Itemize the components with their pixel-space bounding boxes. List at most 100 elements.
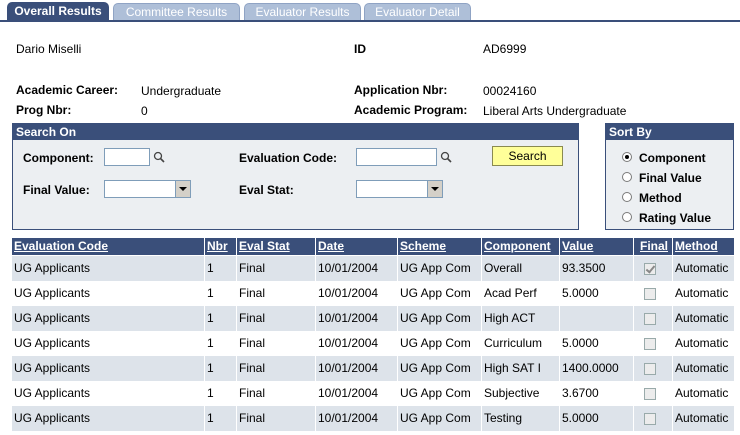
sort-final-value-radio[interactable] (622, 172, 632, 182)
academic-program-label: Academic Program: (354, 103, 468, 117)
col-date[interactable]: Date (316, 238, 397, 255)
cell-stat: Final (239, 336, 266, 350)
search-button[interactable]: Search (492, 146, 563, 166)
final-value-label: Final Value: (23, 183, 90, 197)
column-divider (672, 238, 673, 435)
component-input[interactable] (104, 148, 150, 166)
final-checkbox[interactable] (644, 288, 656, 300)
evaluation-code-label: Evaluation Code: (239, 151, 338, 165)
cell-date: 10/01/2004 (318, 411, 379, 425)
eval-stat-label: Eval Stat: (239, 183, 294, 197)
col-method[interactable]: Method (673, 238, 734, 255)
sort-by-title: Sort By (606, 124, 733, 140)
cell-scheme: UG App Com (400, 311, 471, 325)
cell-stat: Final (239, 261, 266, 275)
final-value-select[interactable] (104, 180, 191, 198)
id-label: ID (354, 42, 366, 56)
cell-code: UG Applicants (14, 411, 91, 425)
student-name: Dario Miselli (16, 42, 82, 56)
tab-evaluator-results[interactable]: Evaluator Results (244, 3, 361, 20)
cell-component: Testing (484, 411, 523, 425)
sort-rating-value-label: Rating Value (639, 211, 712, 225)
tab-underline (0, 20, 740, 22)
evaluation-code-input[interactable] (356, 148, 437, 166)
col-nbr[interactable]: Nbr (205, 238, 236, 255)
cell-scheme: UG App Com (400, 411, 471, 425)
cell-code: UG Applicants (14, 361, 91, 375)
cell-date: 10/01/2004 (318, 336, 379, 350)
col-value[interactable]: Value (560, 238, 633, 255)
application-nbr-value: 00024160 (483, 84, 537, 98)
cell-scheme: UG App Com (400, 361, 471, 375)
final-checkbox[interactable] (644, 338, 656, 350)
col-final[interactable]: Final (634, 238, 672, 255)
cell-component: Overall (484, 261, 523, 275)
cell-stat: Final (239, 286, 266, 300)
search-on-title: Search On (13, 124, 578, 140)
final-checkbox[interactable] (644, 413, 656, 425)
column-divider (236, 238, 237, 435)
table-row: UG Applicants 1 Final 10/01/2004 UG App Com H… (12, 306, 734, 331)
table-row: UG Applicants 1 Final 10/01/2004 UG App Com O… (12, 256, 734, 281)
cell-stat: Final (239, 411, 266, 425)
final-checkbox[interactable] (644, 388, 656, 400)
component-lookup-icon[interactable] (153, 151, 165, 163)
cell-method: Automatic (675, 311, 729, 325)
table-row: UG Applicants 1 Final 10/01/2004 UG App Com T… (12, 406, 734, 431)
prog-nbr-value: 0 (141, 104, 148, 118)
cell-value: 3.6700 (562, 386, 599, 400)
table-row: UG Applicants 1 Final 10/01/2004 UG App Com A… (12, 281, 734, 306)
eval-stat-select[interactable] (356, 180, 443, 198)
cell-scheme: UG App Com (400, 261, 471, 275)
final-checkbox[interactable] (644, 263, 656, 275)
final-checkbox[interactable] (644, 363, 656, 375)
cell-code: UG Applicants (14, 336, 91, 350)
search-on-panel: Search On Component: Evaluation Code: Se… (12, 123, 579, 230)
col-eval-stat[interactable]: Eval Stat (237, 238, 315, 255)
cell-stat: Final (239, 386, 266, 400)
column-divider (633, 238, 634, 435)
column-divider (315, 238, 316, 435)
cell-date: 10/01/2004 (318, 386, 379, 400)
column-divider (397, 238, 398, 435)
tab-evaluator-detail[interactable]: Evaluator Detail (364, 3, 471, 20)
sort-rating-value-radio[interactable] (622, 212, 632, 222)
table-row: UG Applicants 1 Final 10/01/2004 UG App Com C… (12, 331, 734, 356)
cell-component: High SAT I (484, 361, 541, 375)
sort-method-radio[interactable] (622, 192, 632, 202)
cell-method: Automatic (675, 336, 729, 350)
cell-date: 10/01/2004 (318, 361, 379, 375)
tab-committee-results[interactable]: Committee Results (113, 3, 240, 20)
col-scheme[interactable]: Scheme (398, 238, 481, 255)
chevron-down-icon[interactable] (175, 181, 190, 197)
academic-program-value: Liberal Arts Undergraduate (483, 104, 627, 118)
cell-value: 5.0000 (562, 336, 599, 350)
cell-value: 5.0000 (562, 411, 599, 425)
cell-code: UG Applicants (14, 386, 91, 400)
column-divider (204, 238, 205, 435)
evaluation-code-lookup-icon[interactable] (440, 151, 452, 163)
column-divider (481, 238, 482, 435)
cell-component: Subjective (484, 386, 540, 400)
cell-method: Automatic (675, 261, 729, 275)
prog-nbr-label: Prog Nbr: (16, 103, 72, 117)
cell-component: High ACT (484, 311, 536, 325)
sort-method-label: Method (639, 191, 682, 205)
cell-nbr: 1 (207, 361, 214, 375)
tab-overall-results[interactable]: Overall Results (7, 2, 109, 21)
col-evaluation-code[interactable]: Evaluation Code (12, 238, 204, 255)
cell-stat: Final (239, 361, 266, 375)
sort-by-panel: Sort By Component Final Value Method Rat… (605, 123, 734, 230)
cell-value: 5.0000 (562, 286, 599, 300)
chevron-down-icon[interactable] (427, 181, 442, 197)
table-row: UG Applicants 1 Final 10/01/2004 UG App Com S… (12, 381, 734, 406)
cell-scheme: UG App Com (400, 286, 471, 300)
sort-component-radio[interactable] (622, 152, 632, 162)
col-component[interactable]: Component (482, 238, 559, 255)
cell-nbr: 1 (207, 411, 214, 425)
cell-nbr: 1 (207, 261, 214, 275)
cell-stat: Final (239, 311, 266, 325)
final-checkbox[interactable] (644, 313, 656, 325)
cell-scheme: UG App Com (400, 386, 471, 400)
id-value: AD6999 (483, 42, 527, 56)
